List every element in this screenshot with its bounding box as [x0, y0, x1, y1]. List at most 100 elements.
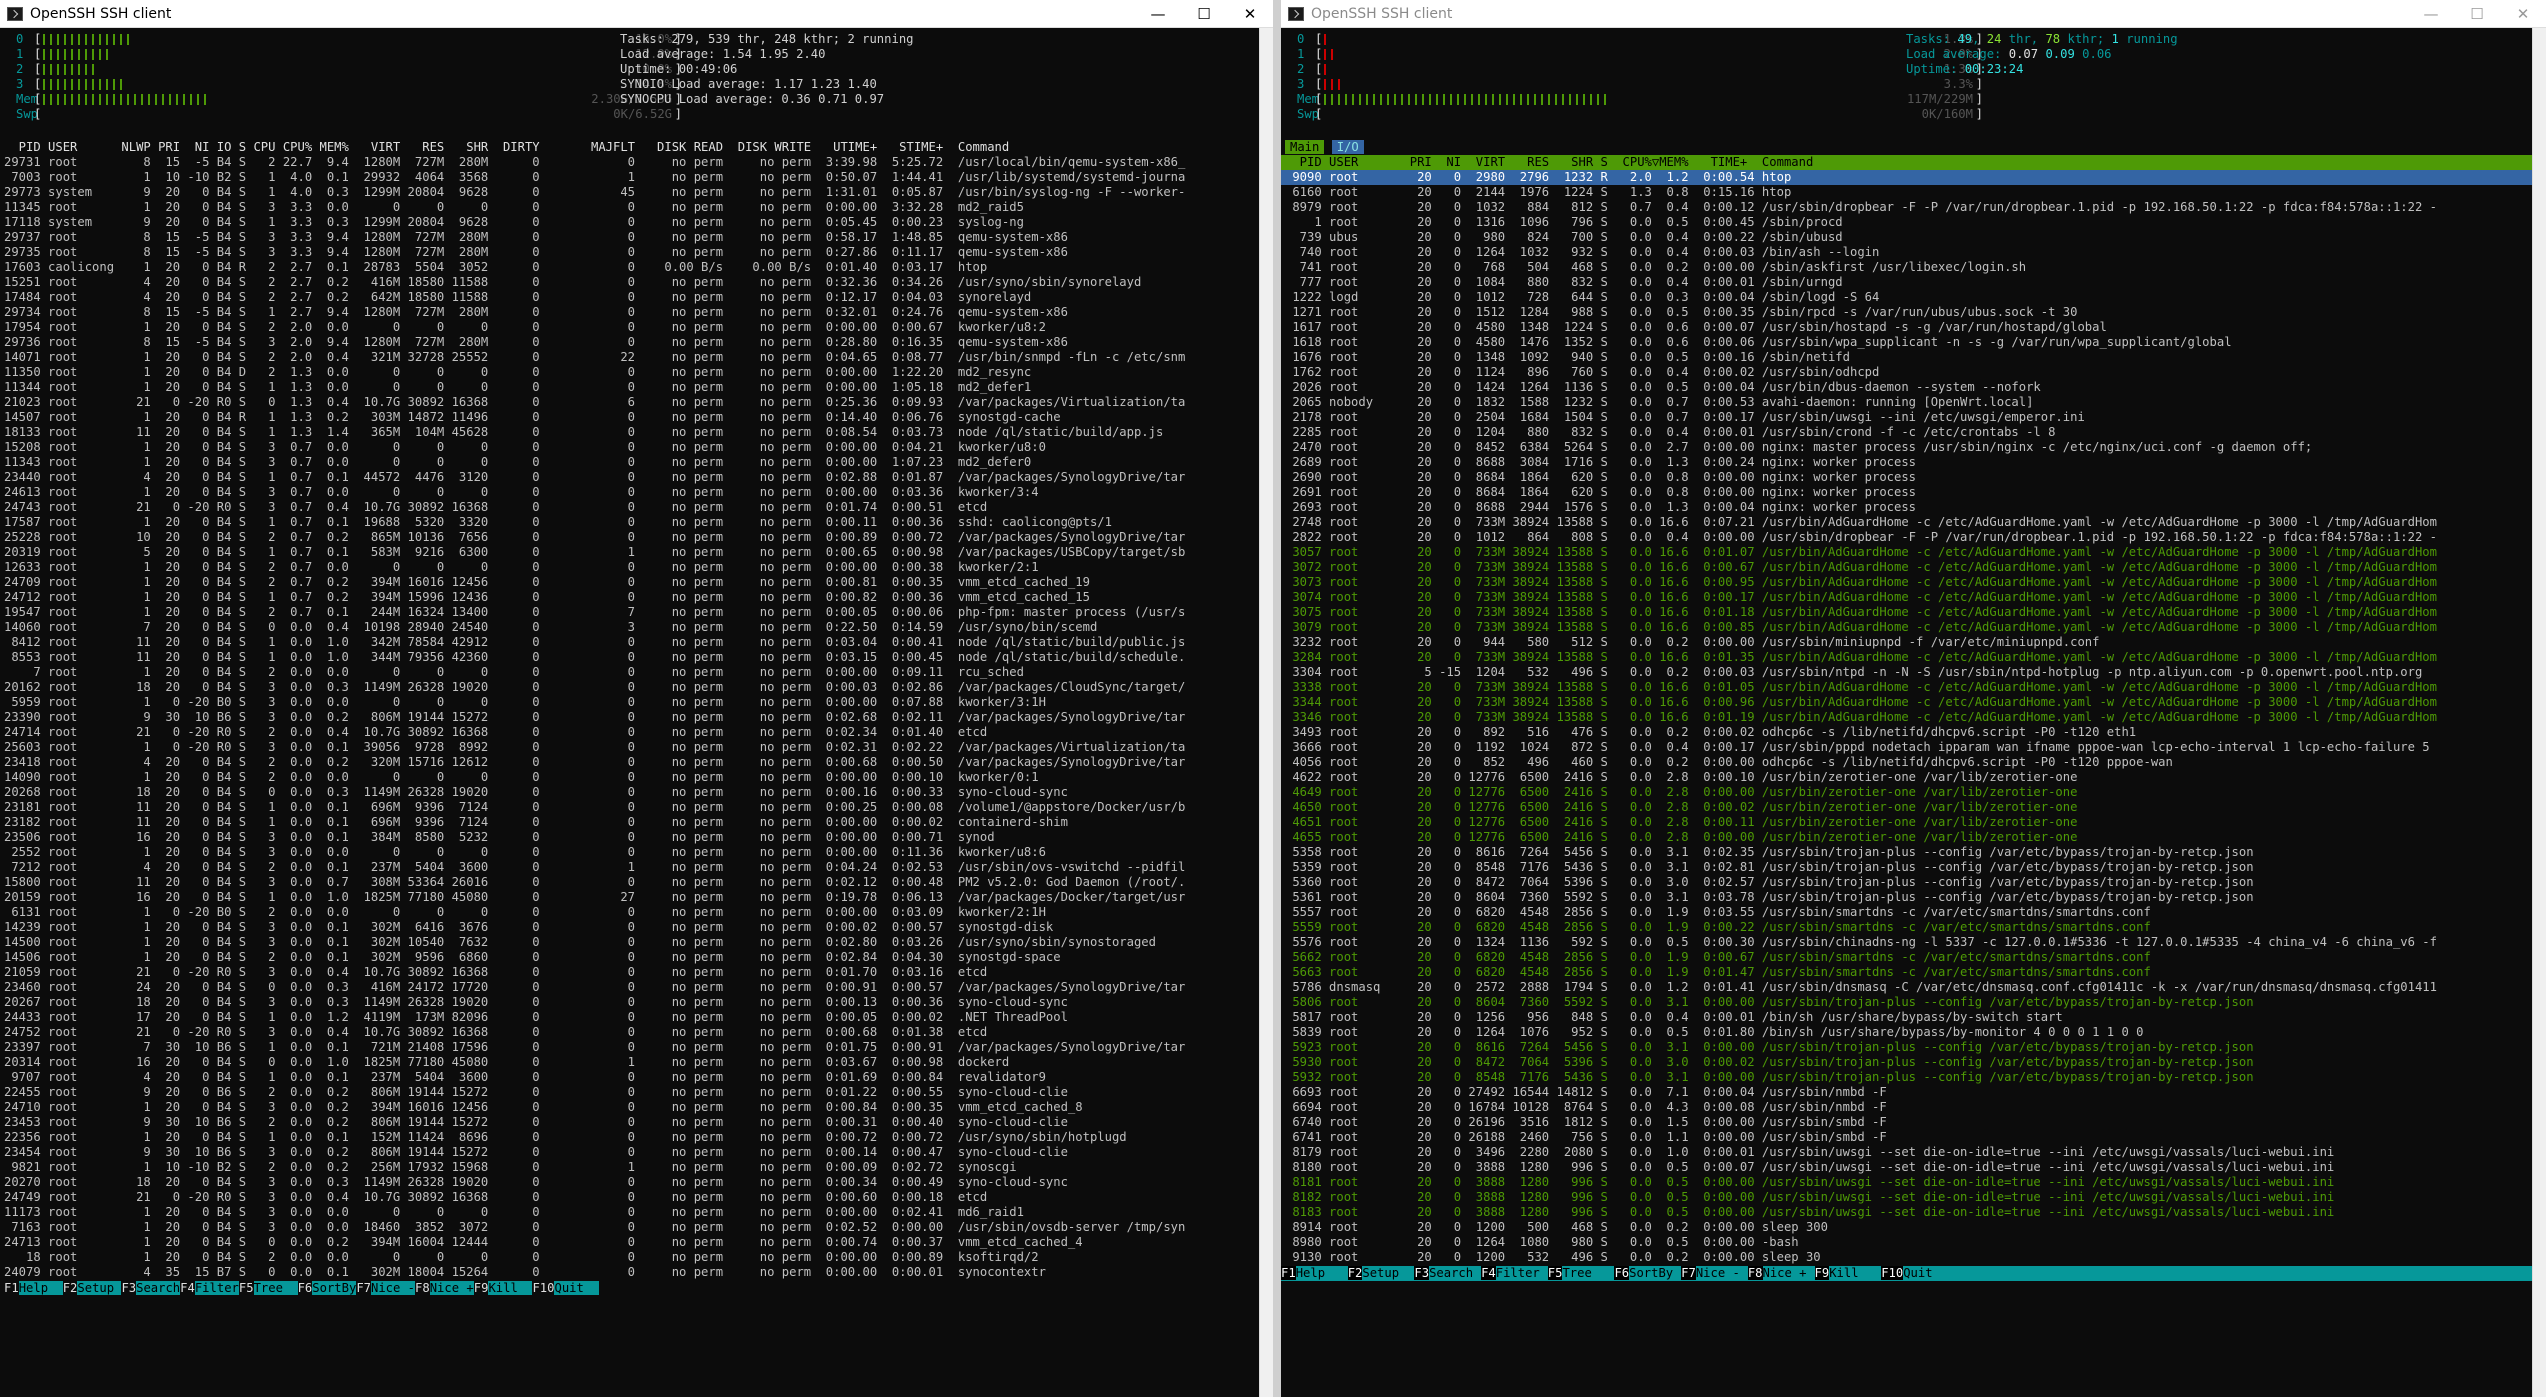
process-row[interactable]: 11343 root 1 20 0 B4 S 3 0.7 0.0 0 0 0 0…	[4, 455, 1031, 470]
tab-io[interactable]: I/O	[1331, 140, 1364, 154]
process-row[interactable]: 23453 root 9 30 10 B6 S 2 0.0 0.2 806M 1…	[4, 1115, 1068, 1130]
fkey-f9[interactable]: F9	[474, 1281, 489, 1295]
process-row[interactable]: 24713 root 1 20 0 B4 S 0 0.0 0.2 394M 16…	[4, 1235, 1083, 1250]
fkey-f8[interactable]: F8	[1747, 1266, 1763, 1280]
process-row[interactable]: 3666 root 20 0 1192 1024 872 S 0.0 0.4 0…	[1285, 740, 2429, 755]
process-row[interactable]: 29731 root 8 15 -5 B4 S 2 22.7 9.4 1280M…	[4, 155, 1185, 170]
process-row[interactable]: 23390 root 9 30 10 B6 S 3 0.0 0.2 806M 1…	[4, 710, 1185, 725]
process-row[interactable]: 17587 root 1 20 0 B4 S 1 0.7 0.1 19688 5…	[4, 515, 1112, 530]
right-terminal[interactable]: 0[1.3%] 1[2.0%] 2[1.3%] 3[3.3%] Mem[117M/229…	[1281, 32, 2532, 1397]
process-row[interactable]: 14071 root 1 20 0 B4 S 2 2.0 0.4 321M 32…	[4, 350, 1185, 365]
process-row[interactable]: 20270 root 18 20 0 B4 S 3 0.0 0.3 1149M …	[4, 1175, 1068, 1190]
process-row[interactable]: 5359 root 20 0 8548 7176 5436 S 0.0 3.1 …	[1285, 860, 2253, 875]
process-row[interactable]: 5923 root 20 0 8616 7264 5456 S 0.0 3.1 …	[1285, 1040, 2253, 1055]
process-row[interactable]: 24709 root 1 20 0 B4 S 2 0.7 0.2 394M 16…	[4, 575, 1090, 590]
fkey-f7[interactable]: F7	[1681, 1266, 1696, 1280]
process-row[interactable]: 5959 root 1 0 -20 B0 S 3 0.0 0.0 0 0 0 0…	[4, 695, 1046, 710]
process-row[interactable]: 25603 root 1 0 -20 R0 S 3 0.0 0.1 39056 …	[4, 740, 1185, 755]
process-row[interactable]: 5559 root 20 0 6820 4548 2856 S 0.0 1.9 …	[1285, 920, 2151, 935]
process-row[interactable]: 3057 root 20 0 733M 38924 13588 S 0.0 16…	[1285, 545, 2437, 560]
maximize-button[interactable]: ☐	[1181, 0, 1227, 28]
process-row[interactable]: 15800 root 11 20 0 B4 S 3 0.0 0.7 308M 5…	[4, 875, 1185, 890]
process-row[interactable]: 29734 root 8 15 -5 B4 S 1 2.7 9.4 1280M …	[4, 305, 1068, 320]
process-row[interactable]: 22356 root 1 20 0 B4 S 1 0.0 0.1 152M 11…	[4, 1130, 1127, 1145]
process-row[interactable]: 18 root 1 20 0 B4 S 2 0.0 0.0 0 0 0 0 0 …	[4, 1250, 1039, 1265]
process-row[interactable]: 1222 logd 20 0 1012 728 644 S 0.0 0.3 0:…	[1285, 290, 1879, 305]
process-row[interactable]: 1271 root 20 0 1512 1284 988 S 0.0 0.5 0…	[1285, 305, 2077, 320]
process-row[interactable]: 4649 root 20 0 12776 6500 2416 S 0.0 2.8…	[1285, 785, 2077, 800]
minimize-button[interactable]: —	[1135, 0, 1181, 28]
process-row[interactable]: 1618 root 20 0 4580 1476 1352 S 0.0 0.6 …	[1285, 335, 2231, 350]
process-row[interactable]: 24613 root 1 20 0 B4 S 3 0.7 0.0 0 0 0 0…	[4, 485, 1039, 500]
fkey-label-f10[interactable]: Quit	[1903, 1266, 1956, 1281]
left-scrollbar[interactable]	[1259, 28, 1273, 1397]
process-row[interactable]: 6131 root 1 0 -20 B0 S 2 0.0 0.0 0 0 0 0…	[4, 905, 1046, 920]
process-row[interactable]: 2691 root 20 0 8684 1864 620 S 0.0 0.8 0…	[1285, 485, 1916, 500]
process-row[interactable]: 20314 root 16 20 0 B4 S 0 0.0 1.0 1825M …	[4, 1055, 1009, 1070]
fkey-label-f1[interactable]: Help	[1295, 1266, 1348, 1281]
process-row[interactable]: 6694 root 20 0 16784 10128 8764 S 0.0 4.…	[1285, 1100, 1886, 1115]
process-row[interactable]: 7212 root 4 20 0 B4 S 2 0.0 0.1 237M 540…	[4, 860, 1185, 875]
process-row[interactable]: 4655 root 20 0 12776 6500 2416 S 0.0 2.8…	[1285, 830, 2077, 845]
process-row[interactable]: 24743 root 21 0 -20 R0 S 3 0.7 0.4 10.7G…	[4, 500, 987, 515]
process-row[interactable]: 5358 root 20 0 8616 7264 5456 S 0.0 3.1 …	[1285, 845, 2253, 860]
fkey-f4[interactable]: F4	[1481, 1266, 1496, 1280]
process-row[interactable]: 6160 root 20 0 2144 1976 1224 S 1.3 0.8 …	[1285, 185, 1791, 200]
process-row[interactable]: 5786 dnsmasq 20 0 2572 2888 1794 S 0.0 1…	[1285, 980, 2437, 995]
process-row[interactable]: 5806 root 20 0 8604 7360 5592 S 0.0 3.1 …	[1285, 995, 2253, 1010]
process-row[interactable]: 5817 root 20 0 1256 956 848 S 0.0 0.4 0:…	[1285, 1010, 2062, 1025]
process-row[interactable]: 20159 root 16 20 0 B4 S 1 0.0 1.0 1825M …	[4, 890, 1185, 905]
tab-main[interactable]: Main	[1285, 140, 1325, 154]
process-row[interactable]: 777 root 20 0 1084 880 832 S 0.0 0.4 0:0…	[1285, 275, 1843, 290]
process-row[interactable]: 20267 root 18 20 0 B4 S 3 0.0 0.3 1149M …	[4, 995, 1068, 1010]
fkey-label-f3[interactable]: Search	[136, 1281, 181, 1295]
process-row[interactable]: 17118 system 9 20 0 B4 S 1 3.3 0.3 1299M…	[4, 215, 1024, 230]
process-row[interactable]: 3075 root 20 0 733M 38924 13588 S 0.0 16…	[1285, 605, 2437, 620]
process-row[interactable]: 9130 root 20 0 1200 532 496 S 0.0 0.2 0:…	[1285, 1250, 1820, 1265]
fkey-label-f9[interactable]: Kill	[1829, 1266, 1882, 1281]
process-row[interactable]: 2689 root 20 0 8688 3084 1716 S 0.0 1.3 …	[1285, 455, 1916, 470]
process-row[interactable]: 24433 root 17 20 0 B4 S 1 0.0 1.2 4119M …	[4, 1010, 1068, 1025]
fkey-label-f4[interactable]: Filter	[1495, 1266, 1548, 1281]
fkey-label-f8[interactable]: Nice +	[429, 1281, 474, 1295]
process-row[interactable]: 2552 root 1 20 0 B4 S 3 0.0 0.0 0 0 0 0 …	[4, 845, 1046, 860]
process-row[interactable]: 24749 root 21 0 -20 R0 S 3 0.0 0.4 10.7G…	[4, 1190, 987, 1205]
right-scrollbar[interactable]	[2532, 28, 2546, 1397]
process-row[interactable]: 29735 root 8 15 -5 B4 S 3 3.3 9.4 1280M …	[4, 245, 1068, 260]
process-row[interactable]: 24712 root 1 20 0 B4 S 1 0.7 0.2 394M 15…	[4, 590, 1090, 605]
process-row[interactable]: 4622 root 20 0 12776 6500 2416 S 0.0 2.8…	[1285, 770, 2077, 785]
fkey-f6[interactable]: F6	[298, 1281, 313, 1295]
process-row[interactable]: 20319 root 5 20 0 B4 S 1 0.7 0.1 583M 92…	[4, 545, 1185, 560]
process-row[interactable]: 14090 root 1 20 0 B4 S 2 0.0 0.0 0 0 0 0…	[4, 770, 1039, 785]
maximize-button[interactable]: ☐	[2454, 0, 2500, 28]
process-row[interactable]: 5663 root 20 0 6820 4548 2856 S 0.0 1.9 …	[1285, 965, 2151, 980]
process-row[interactable]: 7003 root 1 10 -10 B2 S 1 4.0 0.1 29932 …	[4, 170, 1185, 185]
process-row[interactable]: 1617 root 20 0 4580 1348 1224 S 0.0 0.6 …	[1285, 320, 2106, 335]
fkey-label-f6[interactable]: SortBy	[312, 1281, 357, 1295]
process-row[interactable]: 8182 root 20 0 3888 1280 996 S 0.0 0.5 0…	[1285, 1190, 2334, 1205]
fkey-label-f8[interactable]: Nice +	[1762, 1266, 1815, 1281]
process-row[interactable]: 6740 root 20 0 26196 3516 1812 S 0.0 1.5…	[1285, 1115, 1886, 1130]
process-row[interactable]: 8553 root 11 20 0 B4 S 1 0.0 1.0 344M 79…	[4, 650, 1185, 665]
right-titlebar[interactable]: OpenSSH SSH client — ☐ ✕	[1281, 0, 2546, 28]
process-row[interactable]: 22455 root 9 20 0 B6 S 2 0.0 0.2 806M 19…	[4, 1085, 1068, 1100]
process-row[interactable]: 5932 root 20 0 8548 7176 5436 S 0.0 3.1 …	[1285, 1070, 2253, 1085]
close-button[interactable]: ✕	[2500, 0, 2546, 28]
fkey-label-f2[interactable]: Setup	[1362, 1266, 1415, 1281]
process-row[interactable]: 2178 root 20 0 2504 1684 1504 S 0.0 0.7 …	[1285, 410, 2084, 425]
fkey-label-f5[interactable]: Tree	[253, 1281, 298, 1295]
fkey-f10[interactable]: F10	[1881, 1266, 1904, 1280]
process-row[interactable]: 17954 root 1 20 0 B4 S 2 2.0 0.0 0 0 0 0…	[4, 320, 1046, 335]
close-button[interactable]: ✕	[1227, 0, 1273, 28]
process-row[interactable]: 8183 root 20 0 3888 1280 996 S 0.0 0.5 0…	[1285, 1205, 2334, 1220]
process-row[interactable]: 29737 root 8 15 -5 B4 S 3 3.3 9.4 1280M …	[4, 230, 1068, 245]
process-row[interactable]: 2822 root 20 0 1012 864 808 S 0.0 0.4 0:…	[1285, 530, 2437, 545]
process-row[interactable]: 5360 root 20 0 8472 7064 5396 S 0.0 3.0 …	[1285, 875, 2253, 890]
process-row[interactable]: 14507 root 1 20 0 B4 R 1 1.3 0.2 303M 14…	[4, 410, 1061, 425]
process-row[interactable]: 3072 root 20 0 733M 38924 13588 S 0.0 16…	[1285, 560, 2437, 575]
fkey-label-f10[interactable]: Quit	[554, 1281, 599, 1295]
left-titlebar[interactable]: OpenSSH SSH client — ☐ ✕	[0, 0, 1273, 28]
process-row[interactable]: 29736 root 8 15 -5 B4 S 3 2.0 9.4 1280M …	[4, 335, 1068, 350]
process-row[interactable]: 6693 root 20 0 27492 16544 14812 S 0.0 7…	[1285, 1085, 1886, 1100]
process-row[interactable]: 2693 root 20 0 8688 2944 1576 S 0.0 1.3 …	[1285, 500, 1916, 515]
